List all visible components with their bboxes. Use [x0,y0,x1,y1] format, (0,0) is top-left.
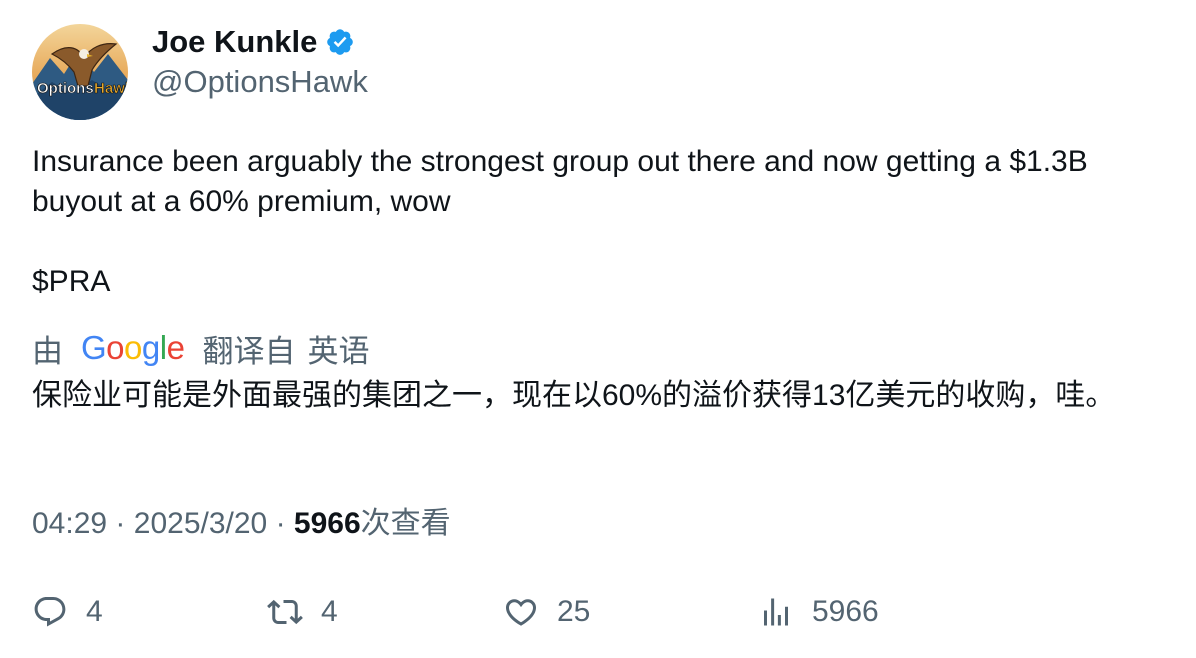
action-bar: 4 4 25 5966 [0,590,1196,634]
author-handle[interactable]: @OptionsHawk [152,62,368,102]
translation-attribution: 由 Google 翻译自 英语 [32,328,370,369]
analytics-icon [758,594,794,630]
tweet-meta: 04:29 · 2025/3/20 · 5966次查看 [32,504,451,544]
meta-separator: · [275,507,286,540]
retweet-count: 4 [321,595,338,628]
translated-text: 保险业可能是外面最强的集团之一，现在以60%的溢价获得13亿美元的收购，哇。 [32,379,1116,412]
views-count-action: 5966 [812,595,879,628]
options-hawk-logo: Options Hawk [32,24,128,120]
tweet-date[interactable]: 2025/3/20 [134,507,267,540]
views-label: 次查看 [360,507,451,540]
google-logo[interactable]: Google [81,329,185,367]
tweet-text-body: Insurance been arguably the strongest gr… [32,145,1088,218]
display-name[interactable]: Joe Kunkle [152,22,317,62]
avatar[interactable]: Options Hawk [32,24,128,120]
views-button[interactable]: 5966 [758,590,879,634]
heart-icon [503,594,539,630]
like-button[interactable]: 25 [503,590,590,634]
views-count: 5966 [293,507,361,540]
svg-text:Hawk: Hawk [94,80,128,97]
translated-by-label: 由 [32,333,63,369]
cashtag-link[interactable]: $PRA [32,262,1172,302]
reply-count: 4 [86,595,103,628]
tweet-text: Insurance been arguably the strongest gr… [32,142,1172,302]
translated-from-label: 翻译自 [202,333,296,369]
svg-text:Options: Options [37,80,94,97]
like-count: 25 [557,595,591,628]
reply-icon [32,594,68,630]
retweet-icon [267,594,303,630]
meta-separator: · [115,507,126,540]
verified-badge-icon[interactable] [325,27,355,57]
display-name-row[interactable]: Joe Kunkle [152,22,355,62]
reply-button[interactable]: 4 [32,590,103,634]
retweet-button[interactable]: 4 [267,590,338,634]
tweet-time[interactable]: 04:29 [32,507,107,540]
source-language: 英语 [307,333,370,369]
